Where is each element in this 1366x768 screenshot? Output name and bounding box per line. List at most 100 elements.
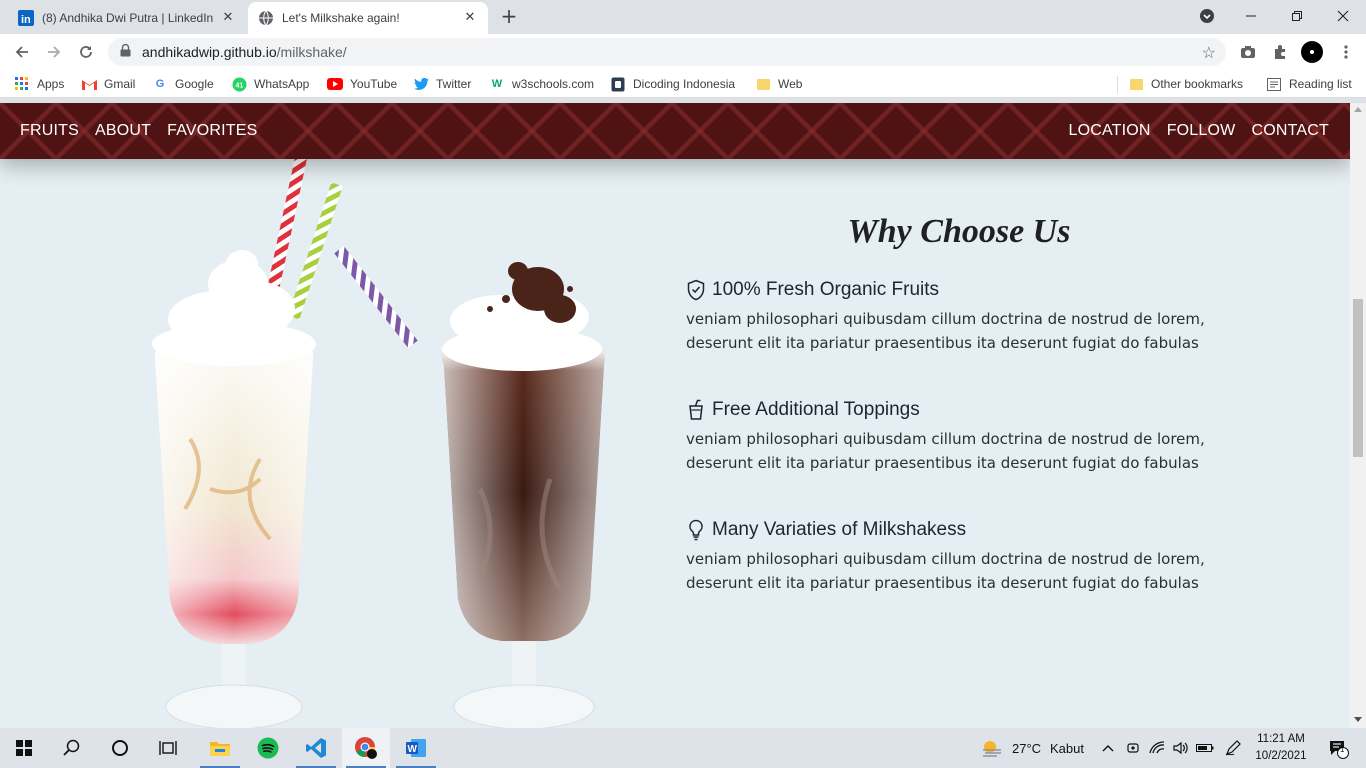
lock-icon [120,43,134,60]
word-button[interactable]: W [392,728,440,768]
bookmark-star-icon[interactable]: ☆ [1202,43,1216,63]
bookmark-folder-web[interactable]: Web [755,76,802,92]
scroll-down-arrow-icon[interactable] [1354,717,1362,722]
search-button[interactable] [48,728,96,768]
vscode-button[interactable] [292,728,340,768]
notification-count: 1 [1340,745,1345,754]
feature-title: 100% Fresh Organic Fruits [712,279,940,300]
meet-now-icon[interactable] [1122,728,1144,768]
tab-milkshake[interactable]: Let's Milkshake again! ✕ [248,2,488,34]
tab-title: (8) Andhika Dwi Putra | LinkedIn [42,11,214,25]
menu-kebab-icon[interactable] [1336,42,1356,62]
close-tab-icon[interactable]: ✕ [220,10,236,26]
windows-logo-icon [16,740,32,756]
bookmark-dicoding[interactable]: Dicoding Indonesia [610,76,735,92]
chrome-button[interactable] [342,728,390,768]
bookmark-apps[interactable]: Apps [14,76,64,92]
bookmarks-divider [1117,76,1118,93]
pen-workspace-icon[interactable] [1222,728,1244,768]
vscode-icon [306,738,326,758]
cup-straw-icon [689,399,703,420]
minimize-button[interactable] [1228,0,1274,32]
folder-icon [1128,76,1144,92]
weather-temp: 27°C [1012,741,1042,756]
globe-icon [258,10,274,26]
url-host: andhikadwip.github.io [142,44,277,60]
file-explorer-button[interactable] [196,728,244,768]
back-button[interactable] [8,38,36,66]
feature-item: Free Additional Toppings veniam philosop… [686,397,1246,475]
weather-widget[interactable] [968,728,1016,768]
tab-linkedin[interactable]: in (8) Andhika Dwi Putra | LinkedIn ✕ [8,2,246,34]
scrollbar-thumb[interactable] [1353,299,1363,457]
feature-title: Free Additional Toppings [712,399,920,420]
camera-icon[interactable] [1238,42,1258,62]
nav-right-group: LOCATION FOLLOW CONTACT [1068,103,1329,159]
svg-text:W: W [408,744,418,755]
whatsapp-icon: 41 [231,76,247,92]
task-view-button[interactable] [144,728,192,768]
bookmark-label: YouTube [350,77,398,91]
section-title: Why Choose Us [847,213,1071,250]
bookmark-gmail[interactable]: Gmail [81,76,135,92]
action-center-button[interactable]: 1 [1318,728,1358,768]
feature-text: veniam philosophari quibusdam cillum doc… [686,550,1205,592]
wifi-icon[interactable] [1146,728,1168,768]
page-scrollbar[interactable] [1350,103,1366,728]
nav-link-about[interactable]: ABOUT [95,122,151,140]
reload-button[interactable] [72,38,100,66]
nav-link-contact[interactable]: CONTACT [1251,122,1329,140]
bookmark-other[interactable]: Other bookmarks [1128,76,1243,92]
profile-avatar[interactable] [1301,41,1323,63]
nav-link-fruits[interactable]: FRUITS [20,122,79,140]
restore-icon [1292,11,1302,21]
w3schools-icon: W [491,78,503,90]
cortana-button[interactable] [96,728,144,768]
bookmarks-bar: Apps Gmail G Google 41 WhatsApp YouTube … [0,70,1366,98]
weather-text: Kabut [1050,741,1084,756]
lightbulb-icon [689,519,703,541]
nav-link-favorites[interactable]: FAVORITES [167,122,257,140]
forward-button[interactable] [40,38,68,66]
clock-date: 10/2/2021 [1255,750,1307,762]
bookmark-youtube[interactable]: YouTube [327,76,397,92]
battery-icon[interactable] [1194,728,1216,768]
chevron-down-icon [1200,9,1214,23]
bookmark-label: w3schools.com [512,77,595,91]
close-window-button[interactable] [1320,0,1366,32]
show-hidden-icons-button[interactable] [1096,728,1120,768]
spotify-button[interactable] [244,728,292,768]
start-button[interactable] [0,728,48,768]
bookmark-label: Reading list [1289,77,1352,91]
scroll-up-arrow-icon[interactable] [1354,107,1362,112]
reading-list-icon [1266,76,1282,92]
svg-text:in: in [21,14,31,26]
feature-text: veniam philosophari quibusdam cillum doc… [686,430,1205,472]
minimize-icon [1246,15,1256,17]
feature-item: Many Variaties of Milkshakess veniam phi… [686,517,1246,595]
system-clock[interactable]: 11:21 AM 10/2/2021 [1252,731,1310,765]
reading-list[interactable]: Reading list [1266,76,1352,92]
close-tab-icon[interactable]: ✕ [462,10,478,26]
chevron-up-icon [1102,745,1114,752]
new-tab-button[interactable]: + [498,6,520,28]
tab-search-button[interactable] [1184,0,1230,32]
bookmark-whatsapp[interactable]: 41 WhatsApp [231,76,309,92]
address-bar[interactable]: andhikadwip.github.io/milkshake/ ☆ [108,38,1226,66]
feature-item: 100% Fresh Organic Fruits veniam philoso… [686,277,1246,355]
nav-link-location[interactable]: LOCATION [1068,122,1150,140]
bookmark-label: Gmail [104,77,136,91]
nav-link-follow[interactable]: FOLLOW [1167,122,1236,140]
bookmark-w3schools[interactable]: W w3schools.com [489,76,594,92]
shield-check-icon [687,279,705,301]
bookmark-twitter[interactable]: Twitter [413,76,471,92]
bookmark-label: Google [175,77,214,91]
tab-strip: in (8) Andhika Dwi Putra | LinkedIn ✕ Le… [0,0,1366,34]
bookmark-label: Web [778,77,803,91]
volume-icon[interactable] [1170,728,1192,768]
apps-grid-icon [14,76,30,92]
restore-button[interactable] [1274,0,1320,32]
extensions-puzzle-icon[interactable] [1270,42,1290,62]
bookmark-google[interactable]: G Google [152,76,214,92]
milkshakes-image [152,159,605,728]
